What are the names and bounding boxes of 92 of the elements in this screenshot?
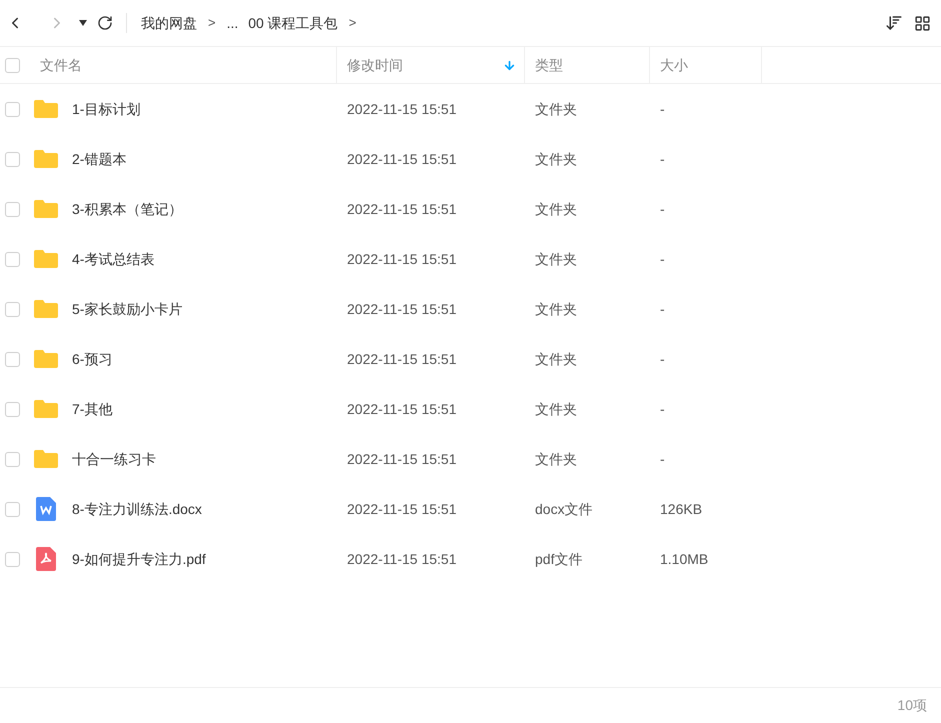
file-name: 9-如何提升专注力.pdf	[72, 550, 206, 569]
dropdown-button[interactable]	[78, 18, 88, 28]
file-row[interactable]: 7-其他 2022-11-15 15:51 文件夹 -	[0, 384, 941, 434]
file-row[interactable]: 1-目标计划 2022-11-15 15:51 文件夹 -	[0, 84, 941, 134]
file-row[interactable]: 3-积累本（笔记） 2022-11-15 15:51 文件夹 -	[0, 184, 941, 234]
file-row[interactable]: 9-如何提升专注力.pdf 2022-11-15 15:51 pdf文件 1.10MB	[0, 534, 941, 584]
checkbox[interactable]	[5, 152, 20, 166]
folder-icon	[33, 149, 59, 169]
sort-arrow-icon	[503, 58, 516, 72]
file-name: 1-目标计划	[72, 100, 140, 118]
file-name: 6-预习	[72, 350, 112, 368]
column-header[interactable]: 大小	[650, 47, 762, 83]
modified-time: 2022-11-15 15:51	[346, 500, 458, 518]
checkbox[interactable]	[5, 452, 20, 466]
item-count: 10项	[897, 696, 927, 715]
checkbox[interactable]	[5, 352, 20, 366]
file-size: -	[659, 450, 666, 468]
file-size: -	[659, 250, 666, 268]
folder-icon	[33, 299, 59, 319]
breadcrumb-separator: >	[207, 14, 217, 32]
folder-icon	[33, 399, 59, 419]
breadcrumb-separator: >	[348, 14, 358, 32]
caret-icon	[79, 20, 87, 26]
file-name: 4-考试总结表	[72, 250, 154, 268]
file-name: 5-家长鼓励小卡片	[72, 300, 182, 318]
file-type: pdf文件	[534, 550, 584, 569]
word-document-icon	[36, 497, 56, 521]
column-header[interactable]: 修改时间	[337, 47, 525, 83]
file-name: 7-其他	[72, 400, 112, 418]
refresh-icon	[97, 15, 113, 31]
modified-time: 2022-11-15 15:51	[346, 250, 458, 268]
column-label: 文件名	[40, 56, 82, 74]
file-row[interactable]: 十合一练习卡 2022-11-15 15:51 文件夹 -	[0, 434, 941, 484]
breadcrumb-link[interactable]: ...	[226, 12, 238, 34]
column-label: 大小	[660, 56, 688, 74]
file-type: 文件夹	[534, 200, 578, 218]
file-name: 8-专注力训练法.docx	[72, 500, 202, 518]
sort-icon	[885, 14, 903, 32]
checkbox[interactable]	[5, 252, 20, 266]
file-size: 1.10MB	[659, 550, 710, 568]
file-size: -	[659, 150, 666, 168]
checkbox[interactable]	[5, 202, 20, 216]
file-type: 文件夹	[534, 400, 578, 418]
checkbox[interactable]	[5, 302, 20, 316]
folder-icon	[33, 449, 59, 469]
pdf-document-icon	[36, 547, 56, 571]
file-name: 十合一练习卡	[72, 450, 156, 468]
file-type: 文件夹	[534, 100, 578, 118]
file-row[interactable]: 2-错题本 2022-11-15 15:51 文件夹 -	[0, 134, 941, 184]
column-label: 修改时间	[347, 56, 403, 74]
file-row[interactable]: 6-预习 2022-11-15 15:51 文件夹 -	[0, 334, 941, 384]
folder-icon	[33, 199, 59, 219]
file-type: 文件夹	[534, 450, 578, 468]
file-size: -	[659, 350, 666, 368]
file-type: 文件夹	[534, 150, 578, 168]
modified-time: 2022-11-15 15:51	[346, 150, 458, 168]
modified-time: 2022-11-15 15:51	[346, 200, 458, 218]
modified-time: 2022-11-15 15:51	[346, 350, 458, 368]
checkbox[interactable]	[5, 402, 20, 416]
file-type: docx文件	[534, 500, 594, 518]
breadcrumb-link[interactable]: 00 课程工具包	[248, 12, 338, 34]
file-name: 3-积累本（笔记）	[72, 200, 182, 218]
grid-icon	[914, 14, 930, 32]
checkbox[interactable]	[5, 502, 20, 516]
checkbox[interactable]	[5, 102, 20, 116]
file-row[interactable]: 5-家长鼓励小卡片 2022-11-15 15:51 文件夹 -	[0, 284, 941, 334]
column-header[interactable]: 类型	[525, 47, 650, 83]
modified-time: 2022-11-15 15:51	[346, 300, 458, 318]
folder-icon	[33, 349, 59, 369]
column-header[interactable]: 文件名	[0, 47, 337, 83]
modified-time: 2022-11-15 15:51	[346, 100, 458, 118]
checkbox[interactable]	[5, 58, 20, 72]
file-size: -	[659, 300, 666, 318]
modified-time: 2022-11-15 15:51	[346, 400, 458, 418]
file-row[interactable]: 8-专注力训练法.docx 2022-11-15 15:51 docx文件 126KB	[0, 484, 941, 534]
file-type: 文件夹	[534, 350, 578, 368]
folder-icon	[33, 99, 59, 119]
file-size: -	[659, 200, 666, 218]
refresh-button[interactable]	[96, 14, 114, 32]
file-size: -	[659, 100, 666, 118]
breadcrumb-link[interactable]: 我的网盘	[141, 12, 197, 34]
file-size: 126KB	[659, 500, 704, 518]
modified-time: 2022-11-15 15:51	[346, 450, 458, 468]
column-label: 类型	[535, 56, 563, 74]
file-row[interactable]: 4-考试总结表 2022-11-15 15:51 文件夹 -	[0, 234, 941, 284]
file-name: 2-错题本	[72, 150, 126, 168]
file-type: 文件夹	[534, 300, 578, 318]
checkbox[interactable]	[5, 552, 20, 566]
modified-time: 2022-11-15 15:51	[346, 550, 458, 568]
folder-icon	[33, 249, 59, 269]
file-type: 文件夹	[534, 250, 578, 268]
file-size: -	[659, 400, 666, 418]
